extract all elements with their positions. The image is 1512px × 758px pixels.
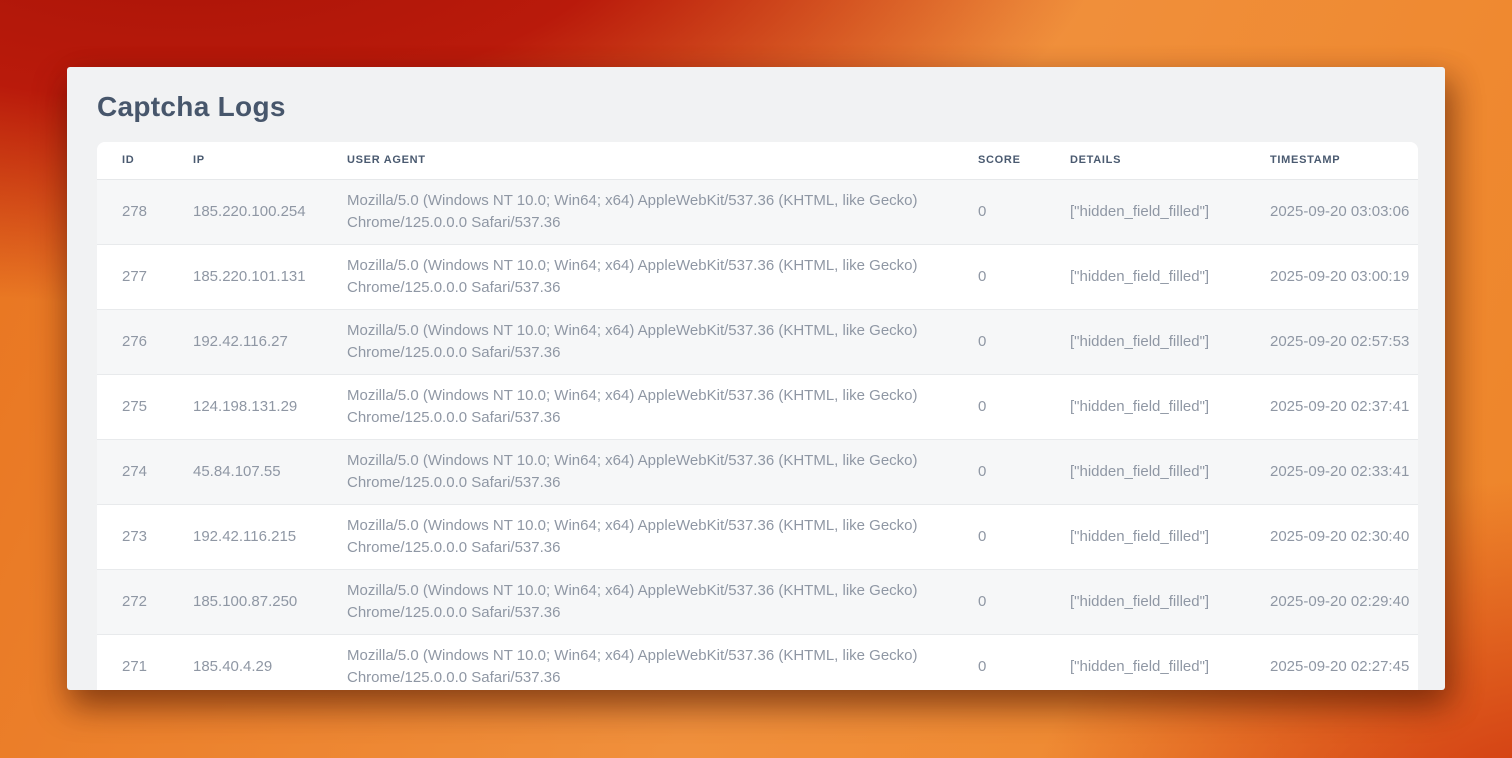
table-header-row: ID IP USER AGENT SCORE DETAILS TIMESTAMP — [97, 142, 1418, 179]
cell-ip: 185.220.101.131 — [193, 244, 347, 309]
table-row: 277 185.220.101.131 Mozilla/5.0 (Windows… — [97, 244, 1418, 309]
column-header-score: SCORE — [978, 142, 1070, 179]
cell-details: ["hidden_field_filled"] — [1070, 179, 1270, 244]
cell-timestamp: 2025-09-20 03:03:06 — [1270, 179, 1418, 244]
cell-user-agent: Mozilla/5.0 (Windows NT 10.0; Win64; x64… — [347, 634, 978, 690]
table-header: ID IP USER AGENT SCORE DETAILS TIMESTAMP — [97, 142, 1418, 179]
cell-ip: 185.40.4.29 — [193, 634, 347, 690]
column-header-timestamp: TIMESTAMP — [1270, 142, 1418, 179]
cell-timestamp: 2025-09-20 02:37:41 — [1270, 374, 1418, 439]
cell-id: 277 — [97, 244, 193, 309]
column-header-user-agent: USER AGENT — [347, 142, 978, 179]
cell-ip: 45.84.107.55 — [193, 439, 347, 504]
cell-user-agent: Mozilla/5.0 (Windows NT 10.0; Win64; x64… — [347, 179, 978, 244]
column-header-ip: IP — [193, 142, 347, 179]
cell-user-agent: Mozilla/5.0 (Windows NT 10.0; Win64; x64… — [347, 244, 978, 309]
cell-score: 0 — [978, 504, 1070, 569]
cell-user-agent: Mozilla/5.0 (Windows NT 10.0; Win64; x64… — [347, 439, 978, 504]
cell-details: ["hidden_field_filled"] — [1070, 504, 1270, 569]
cell-ip: 185.220.100.254 — [193, 179, 347, 244]
cell-id: 276 — [97, 309, 193, 374]
cell-id: 272 — [97, 569, 193, 634]
cell-timestamp: 2025-09-20 02:57:53 — [1270, 309, 1418, 374]
cell-ip: 192.42.116.27 — [193, 309, 347, 374]
page-background: { "page_title": "Captcha Logs", "table":… — [0, 0, 1512, 758]
cell-score: 0 — [978, 244, 1070, 309]
cell-id: 275 — [97, 374, 193, 439]
cell-id: 273 — [97, 504, 193, 569]
cell-details: ["hidden_field_filled"] — [1070, 569, 1270, 634]
table-row: 271 185.40.4.29 Mozilla/5.0 (Windows NT … — [97, 634, 1418, 690]
table-row: 273 192.42.116.215 Mozilla/5.0 (Windows … — [97, 504, 1418, 569]
cell-score: 0 — [978, 309, 1070, 374]
cell-id: 278 — [97, 179, 193, 244]
cell-details: ["hidden_field_filled"] — [1070, 244, 1270, 309]
table-row: 276 192.42.116.27 Mozilla/5.0 (Windows N… — [97, 309, 1418, 374]
table-row: 274 45.84.107.55 Mozilla/5.0 (Windows NT… — [97, 439, 1418, 504]
cell-timestamp: 2025-09-20 02:27:45 — [1270, 634, 1418, 690]
cell-score: 0 — [978, 569, 1070, 634]
cell-id: 271 — [97, 634, 193, 690]
cell-score: 0 — [978, 179, 1070, 244]
captcha-logs-card: Captcha Logs ID IP USER AGENT SCORE DETA… — [67, 67, 1445, 690]
cell-user-agent: Mozilla/5.0 (Windows NT 10.0; Win64; x64… — [347, 569, 978, 634]
cell-id: 274 — [97, 439, 193, 504]
logs-table-container: ID IP USER AGENT SCORE DETAILS TIMESTAMP… — [97, 142, 1418, 690]
column-header-details: DETAILS — [1070, 142, 1270, 179]
cell-user-agent: Mozilla/5.0 (Windows NT 10.0; Win64; x64… — [347, 309, 978, 374]
cell-timestamp: 2025-09-20 02:33:41 — [1270, 439, 1418, 504]
cell-timestamp: 2025-09-20 03:00:19 — [1270, 244, 1418, 309]
page-title: Captcha Logs — [97, 91, 1418, 123]
cell-user-agent: Mozilla/5.0 (Windows NT 10.0; Win64; x64… — [347, 504, 978, 569]
cell-details: ["hidden_field_filled"] — [1070, 374, 1270, 439]
cell-score: 0 — [978, 439, 1070, 504]
column-header-id: ID — [97, 142, 193, 179]
cell-ip: 185.100.87.250 — [193, 569, 347, 634]
cell-ip: 192.42.116.215 — [193, 504, 347, 569]
logs-table: ID IP USER AGENT SCORE DETAILS TIMESTAMP… — [97, 142, 1418, 690]
cell-details: ["hidden_field_filled"] — [1070, 439, 1270, 504]
cell-user-agent: Mozilla/5.0 (Windows NT 10.0; Win64; x64… — [347, 374, 978, 439]
cell-details: ["hidden_field_filled"] — [1070, 309, 1270, 374]
table-row: 278 185.220.100.254 Mozilla/5.0 (Windows… — [97, 179, 1418, 244]
table-row: 272 185.100.87.250 Mozilla/5.0 (Windows … — [97, 569, 1418, 634]
cell-score: 0 — [978, 634, 1070, 690]
cell-details: ["hidden_field_filled"] — [1070, 634, 1270, 690]
table-row: 275 124.198.131.29 Mozilla/5.0 (Windows … — [97, 374, 1418, 439]
cell-score: 0 — [978, 374, 1070, 439]
cell-ip: 124.198.131.29 — [193, 374, 347, 439]
table-body: 278 185.220.100.254 Mozilla/5.0 (Windows… — [97, 179, 1418, 690]
cell-timestamp: 2025-09-20 02:30:40 — [1270, 504, 1418, 569]
cell-timestamp: 2025-09-20 02:29:40 — [1270, 569, 1418, 634]
